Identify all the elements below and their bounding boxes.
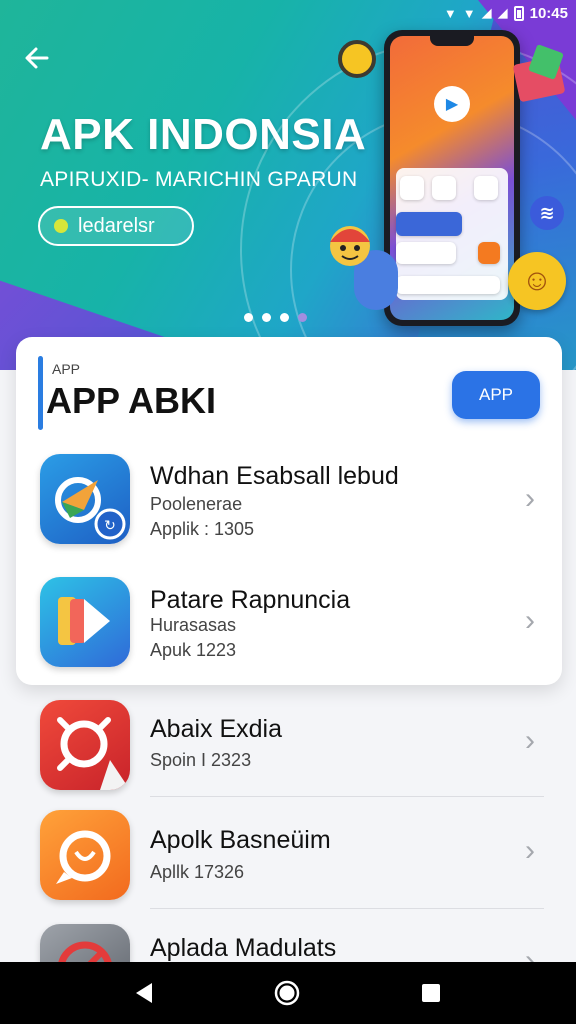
phone-illustration: ▶	[384, 30, 520, 326]
status-dot-icon	[54, 219, 68, 233]
app-name: Aplada Madulats	[150, 934, 337, 962]
card-accent-bar	[38, 356, 43, 430]
app-tile-icon	[400, 176, 424, 200]
target-app-icon	[40, 700, 130, 790]
app-name: Abaix Exdia	[150, 715, 283, 743]
svg-text:↻: ↻	[104, 518, 116, 534]
hero-subtitle: APIRUXID- MARICHIN GPARUN	[40, 168, 358, 191]
mascot-icon	[330, 226, 370, 266]
carousel-dot[interactable]	[298, 313, 307, 322]
app-meta: Apuk 1223	[150, 640, 237, 660]
chevron-right-icon: ›	[525, 944, 535, 962]
hero-banner[interactable]: ▼ ▼ ◢ ◢ 10:45 APK INDONSIA APIRUXID- MAR…	[0, 0, 576, 370]
arrow-left-icon	[25, 47, 49, 69]
hero-title: APK INDONSIA	[40, 110, 367, 159]
app-button[interactable]: APP	[452, 371, 540, 419]
chat-app-icon	[40, 810, 130, 900]
chevron-right-icon: ›	[525, 482, 535, 515]
carousel-indicator[interactable]	[244, 313, 307, 322]
app-list-item[interactable]: Aplada Madulats ›	[0, 922, 576, 962]
hero-chip-label: ledarelsr	[78, 214, 155, 237]
app-name: Apolk Basneüim	[150, 826, 331, 854]
chevron-right-icon: ›	[525, 724, 535, 757]
app-meta: Spoin I 2323	[150, 750, 252, 770]
system-nav-bar	[0, 962, 576, 1024]
phone-card-blue	[396, 212, 462, 236]
phone-fab-icon	[478, 242, 500, 264]
card-kicker: APP	[52, 361, 81, 377]
app-name: Wdhan Esabsall lebud	[150, 462, 399, 490]
app-meta: Apllk 17326	[150, 862, 245, 882]
signal-icon: ◢	[497, 5, 508, 20]
signal-icon: ◢	[481, 5, 492, 20]
app-list-item[interactable]: Apolk Basneüim Apllk 17326 ›	[0, 810, 576, 920]
nav-home-icon[interactable]	[270, 976, 304, 1010]
battery-icon	[513, 5, 524, 21]
stopwatch-icon	[338, 40, 376, 78]
list-divider	[150, 796, 544, 797]
nav-recents-icon[interactable]	[414, 976, 448, 1010]
wifi-icon: ▼	[443, 5, 457, 21]
chevron-right-icon: ›	[525, 604, 535, 637]
compass-app-icon: ↻	[40, 454, 130, 544]
gauge-app-icon	[40, 924, 130, 962]
status-time: 10:45	[529, 4, 568, 22]
phone-card	[396, 242, 456, 264]
smiley-icon: ☺	[508, 252, 566, 310]
app-meta: Applik : 1305	[150, 519, 255, 539]
app-tile-icon	[432, 176, 456, 200]
phone-screen: ▶	[390, 36, 514, 320]
app-tile-icon	[474, 176, 498, 200]
status-bar: ▼ ▼ ◢ ◢ 10:45	[444, 0, 568, 26]
card-title: APP ABKI	[46, 380, 217, 421]
media-app-icon	[40, 577, 130, 667]
carousel-dot[interactable]	[244, 313, 253, 322]
list-divider	[150, 908, 544, 909]
hero-chip[interactable]: ledarelsr	[38, 206, 194, 246]
app-subtitle: Hurasasas	[150, 615, 237, 635]
phone-card	[396, 276, 500, 294]
phone-notch	[430, 36, 474, 46]
back-button[interactable]	[20, 44, 54, 78]
carousel-dot[interactable]	[262, 313, 271, 322]
nav-back-icon[interactable]	[128, 976, 162, 1010]
app-list-item[interactable]: Patare Rapnuncia Hurasasas Apuk 1223 ›	[0, 574, 576, 684]
app-subtitle: Poolenerae	[150, 494, 243, 514]
carousel-dot[interactable]	[280, 313, 289, 322]
app-list-item[interactable]: ↻ Wdhan Esabsall lebud Poolenerae Applik…	[0, 450, 576, 560]
chevron-right-icon: ›	[525, 834, 535, 867]
badge-icon: ≋	[530, 196, 564, 230]
app-name: Patare Rapnuncia	[150, 586, 351, 614]
wifi-icon: ▼	[462, 5, 476, 21]
play-icon: ▶	[434, 86, 470, 122]
app-list-item[interactable]: Abaix Exdia Spoin I 2323 ›	[0, 700, 576, 810]
